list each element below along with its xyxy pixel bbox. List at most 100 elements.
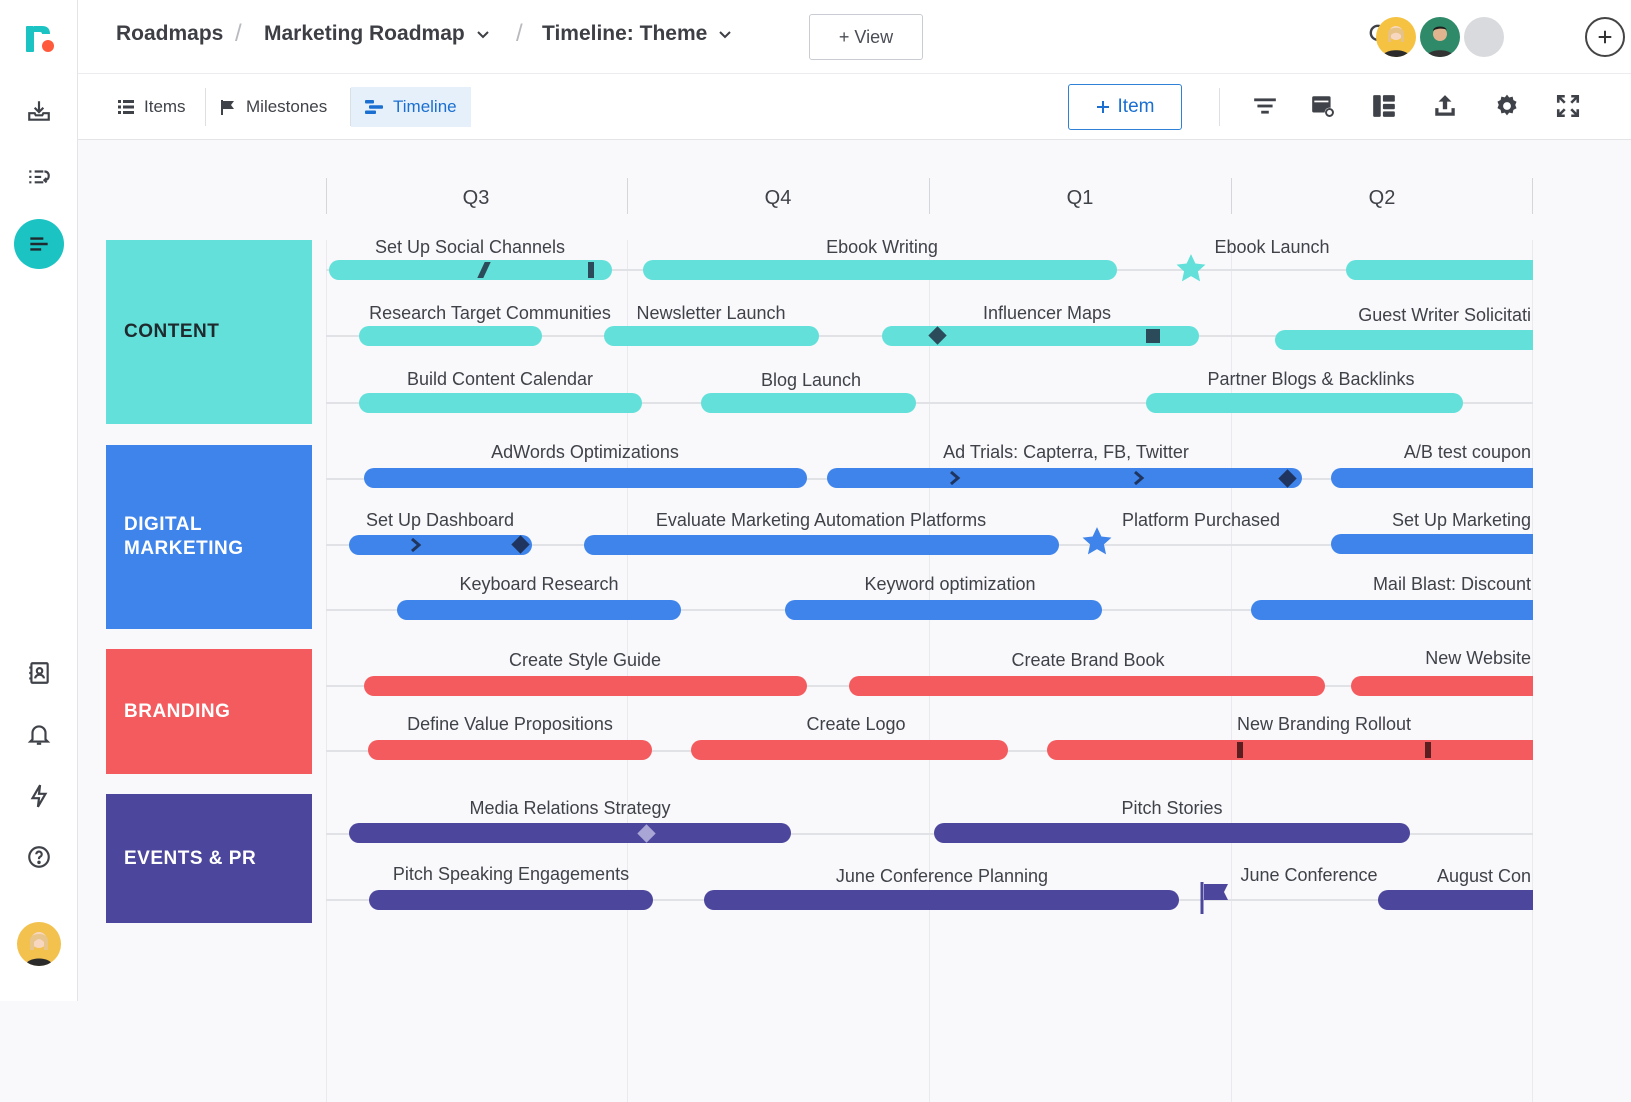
quarter-divider <box>326 178 327 214</box>
item-bar-adwords-optimizations[interactable] <box>364 468 807 488</box>
member-avatar[interactable] <box>1376 17 1416 57</box>
item-bar-mail-blast[interactable] <box>1251 600 1533 620</box>
item-label: June Conference <box>1240 865 1378 885</box>
item-bar-keyboard-research[interactable] <box>397 600 681 620</box>
chevron-milestone-icon[interactable] <box>1132 470 1146 490</box>
item-bar-media-relations-strategy[interactable] <box>349 823 791 843</box>
item-bar-ad-trials[interactable] <box>827 468 1302 488</box>
breadcrumb-roadmap-label: Marketing Roadmap <box>264 22 465 45</box>
add-view-button[interactable]: + View <box>809 14 923 60</box>
theme-label: Content <box>124 321 220 342</box>
item-label: Set Up Dashboard <box>365 510 515 530</box>
quarter-divider <box>627 178 628 214</box>
milestone-marker[interactable] <box>1425 742 1431 758</box>
item-bar-build-content-calendar[interactable] <box>359 393 642 413</box>
tab-timeline[interactable]: Timeline <box>351 87 471 127</box>
add-member-button[interactable] <box>1585 17 1625 57</box>
card-settings-icon[interactable] <box>1308 91 1338 121</box>
item-bar-ab-test-coupon[interactable] <box>1331 468 1533 488</box>
chevron-down-icon <box>476 31 489 39</box>
breadcrumb-root-label: Roadmaps <box>116 22 224 45</box>
item-label: June Conference Planning <box>835 866 1049 886</box>
item-bar-continuation[interactable] <box>1346 260 1533 280</box>
item-bar-blog-launch[interactable] <box>701 393 916 413</box>
help-icon[interactable] <box>14 832 64 882</box>
item-bar-define-value-propositions[interactable] <box>368 740 652 760</box>
item-label: Platform Purchased <box>1121 510 1281 530</box>
breadcrumb-roadmap[interactable]: Marketing Roadmap <box>264 22 491 46</box>
item-label: Evaluate Marketing Automation Platforms <box>655 510 987 530</box>
item-label: Set Up Social Channels <box>374 237 566 257</box>
chevron-milestone-icon[interactable] <box>409 537 423 557</box>
theme-content[interactable]: Content <box>106 240 312 424</box>
tab-timeline-label: Timeline <box>393 97 457 116</box>
gear-icon[interactable] <box>1492 91 1522 121</box>
member-avatar-placeholder[interactable] <box>1464 17 1504 57</box>
inbox-download-icon[interactable] <box>14 86 64 136</box>
fullscreen-icon[interactable] <box>1553 91 1583 121</box>
member-avatar[interactable] <box>1420 17 1460 57</box>
grid-line <box>326 240 327 1102</box>
item-bar-evaluate-marketing-automation[interactable] <box>584 535 1059 555</box>
item-bar-set-up-dashboard[interactable] <box>349 535 532 555</box>
milestone-marker[interactable] <box>588 262 594 278</box>
plus-icon <box>1598 30 1612 44</box>
grid-line <box>1532 240 1533 1102</box>
roadmap-icon[interactable] <box>14 219 64 269</box>
item-bar-june-conference-planning[interactable] <box>704 890 1179 910</box>
layout-icon[interactable] <box>1369 91 1399 121</box>
item-bar-pitch-stories[interactable] <box>934 823 1410 843</box>
add-item-button[interactable]: Item <box>1068 84 1182 130</box>
theme-events-pr[interactable]: Events & PR <box>106 794 312 923</box>
chevron-down-icon <box>719 31 732 39</box>
breadcrumb-view-label: Timeline: Theme <box>542 22 708 45</box>
item-bar-ebook-writing[interactable] <box>643 260 1117 280</box>
quarter-label-q2: Q2 <box>1368 187 1396 209</box>
item-bar-partner-blogs-backlinks[interactable] <box>1146 393 1463 413</box>
item-bar-newsletter-launch[interactable] <box>604 326 819 346</box>
item-bar-new-website[interactable] <box>1351 676 1533 696</box>
tab-milestones[interactable]: Milestones <box>206 87 341 127</box>
flag-milestone-icon[interactable] <box>1199 880 1233 919</box>
star-milestone-icon[interactable] <box>1080 525 1114 564</box>
item-label: Blog Launch <box>760 370 862 390</box>
lightning-icon[interactable] <box>14 771 64 821</box>
star-milestone-icon[interactable] <box>1174 252 1208 291</box>
item-bar-guest-writer-solicitation[interactable] <box>1275 330 1533 350</box>
breadcrumb-roadmaps[interactable]: Roadmaps <box>116 22 223 46</box>
item-bar-pitch-speaking-engagements[interactable] <box>369 890 653 910</box>
item-bar-create-logo[interactable] <box>691 740 1008 760</box>
contacts-icon[interactable] <box>14 648 64 698</box>
tab-milestones-label: Milestones <box>246 97 328 116</box>
quarter-divider <box>1532 178 1533 214</box>
tab-items[interactable]: Items <box>104 87 200 127</box>
item-label: Keyboard Research <box>459 574 619 594</box>
item-label: Create Style Guide <box>508 650 662 670</box>
item-label: Keyword optimization <box>864 574 1036 594</box>
filter-icon[interactable] <box>1250 91 1280 121</box>
user-avatar[interactable] <box>17 922 61 966</box>
theme-branding[interactable]: Branding <box>106 649 312 774</box>
item-label: Newsletter Launch <box>636 303 786 323</box>
item-bar-keyword-optimization[interactable] <box>785 600 1102 620</box>
square-milestone-icon[interactable] <box>1146 329 1160 343</box>
item-bar-august-conference[interactable] <box>1378 890 1533 910</box>
backlog-list-icon[interactable] <box>14 153 64 203</box>
bell-icon[interactable] <box>14 709 64 759</box>
roadmunk-logo[interactable] <box>22 20 58 56</box>
item-label: Ebook Launch <box>1214 237 1330 257</box>
item-bar-set-up-social-channels[interactable] <box>329 260 612 280</box>
item-label: Research Target Communities <box>369 303 611 323</box>
item-label: Guest Writer Solicitati <box>1358 305 1531 325</box>
milestone-marker[interactable] <box>1237 742 1243 758</box>
theme-digital-marketing[interactable]: Digital Marketing <box>106 445 312 629</box>
item-bar-create-brand-book[interactable] <box>849 676 1325 696</box>
item-bar-research-target-communities[interactable] <box>359 326 542 346</box>
quarter-label-q4: Q4 <box>764 187 792 209</box>
chevron-milestone-icon[interactable] <box>948 470 962 490</box>
item-bar-create-style-guide[interactable] <box>364 676 807 696</box>
export-icon[interactable] <box>1430 91 1460 121</box>
item-bar-set-up-marketing[interactable] <box>1331 534 1533 554</box>
item-bar-new-branding-rollout[interactable] <box>1047 740 1533 760</box>
breadcrumb-view[interactable]: Timeline: Theme <box>542 22 733 46</box>
